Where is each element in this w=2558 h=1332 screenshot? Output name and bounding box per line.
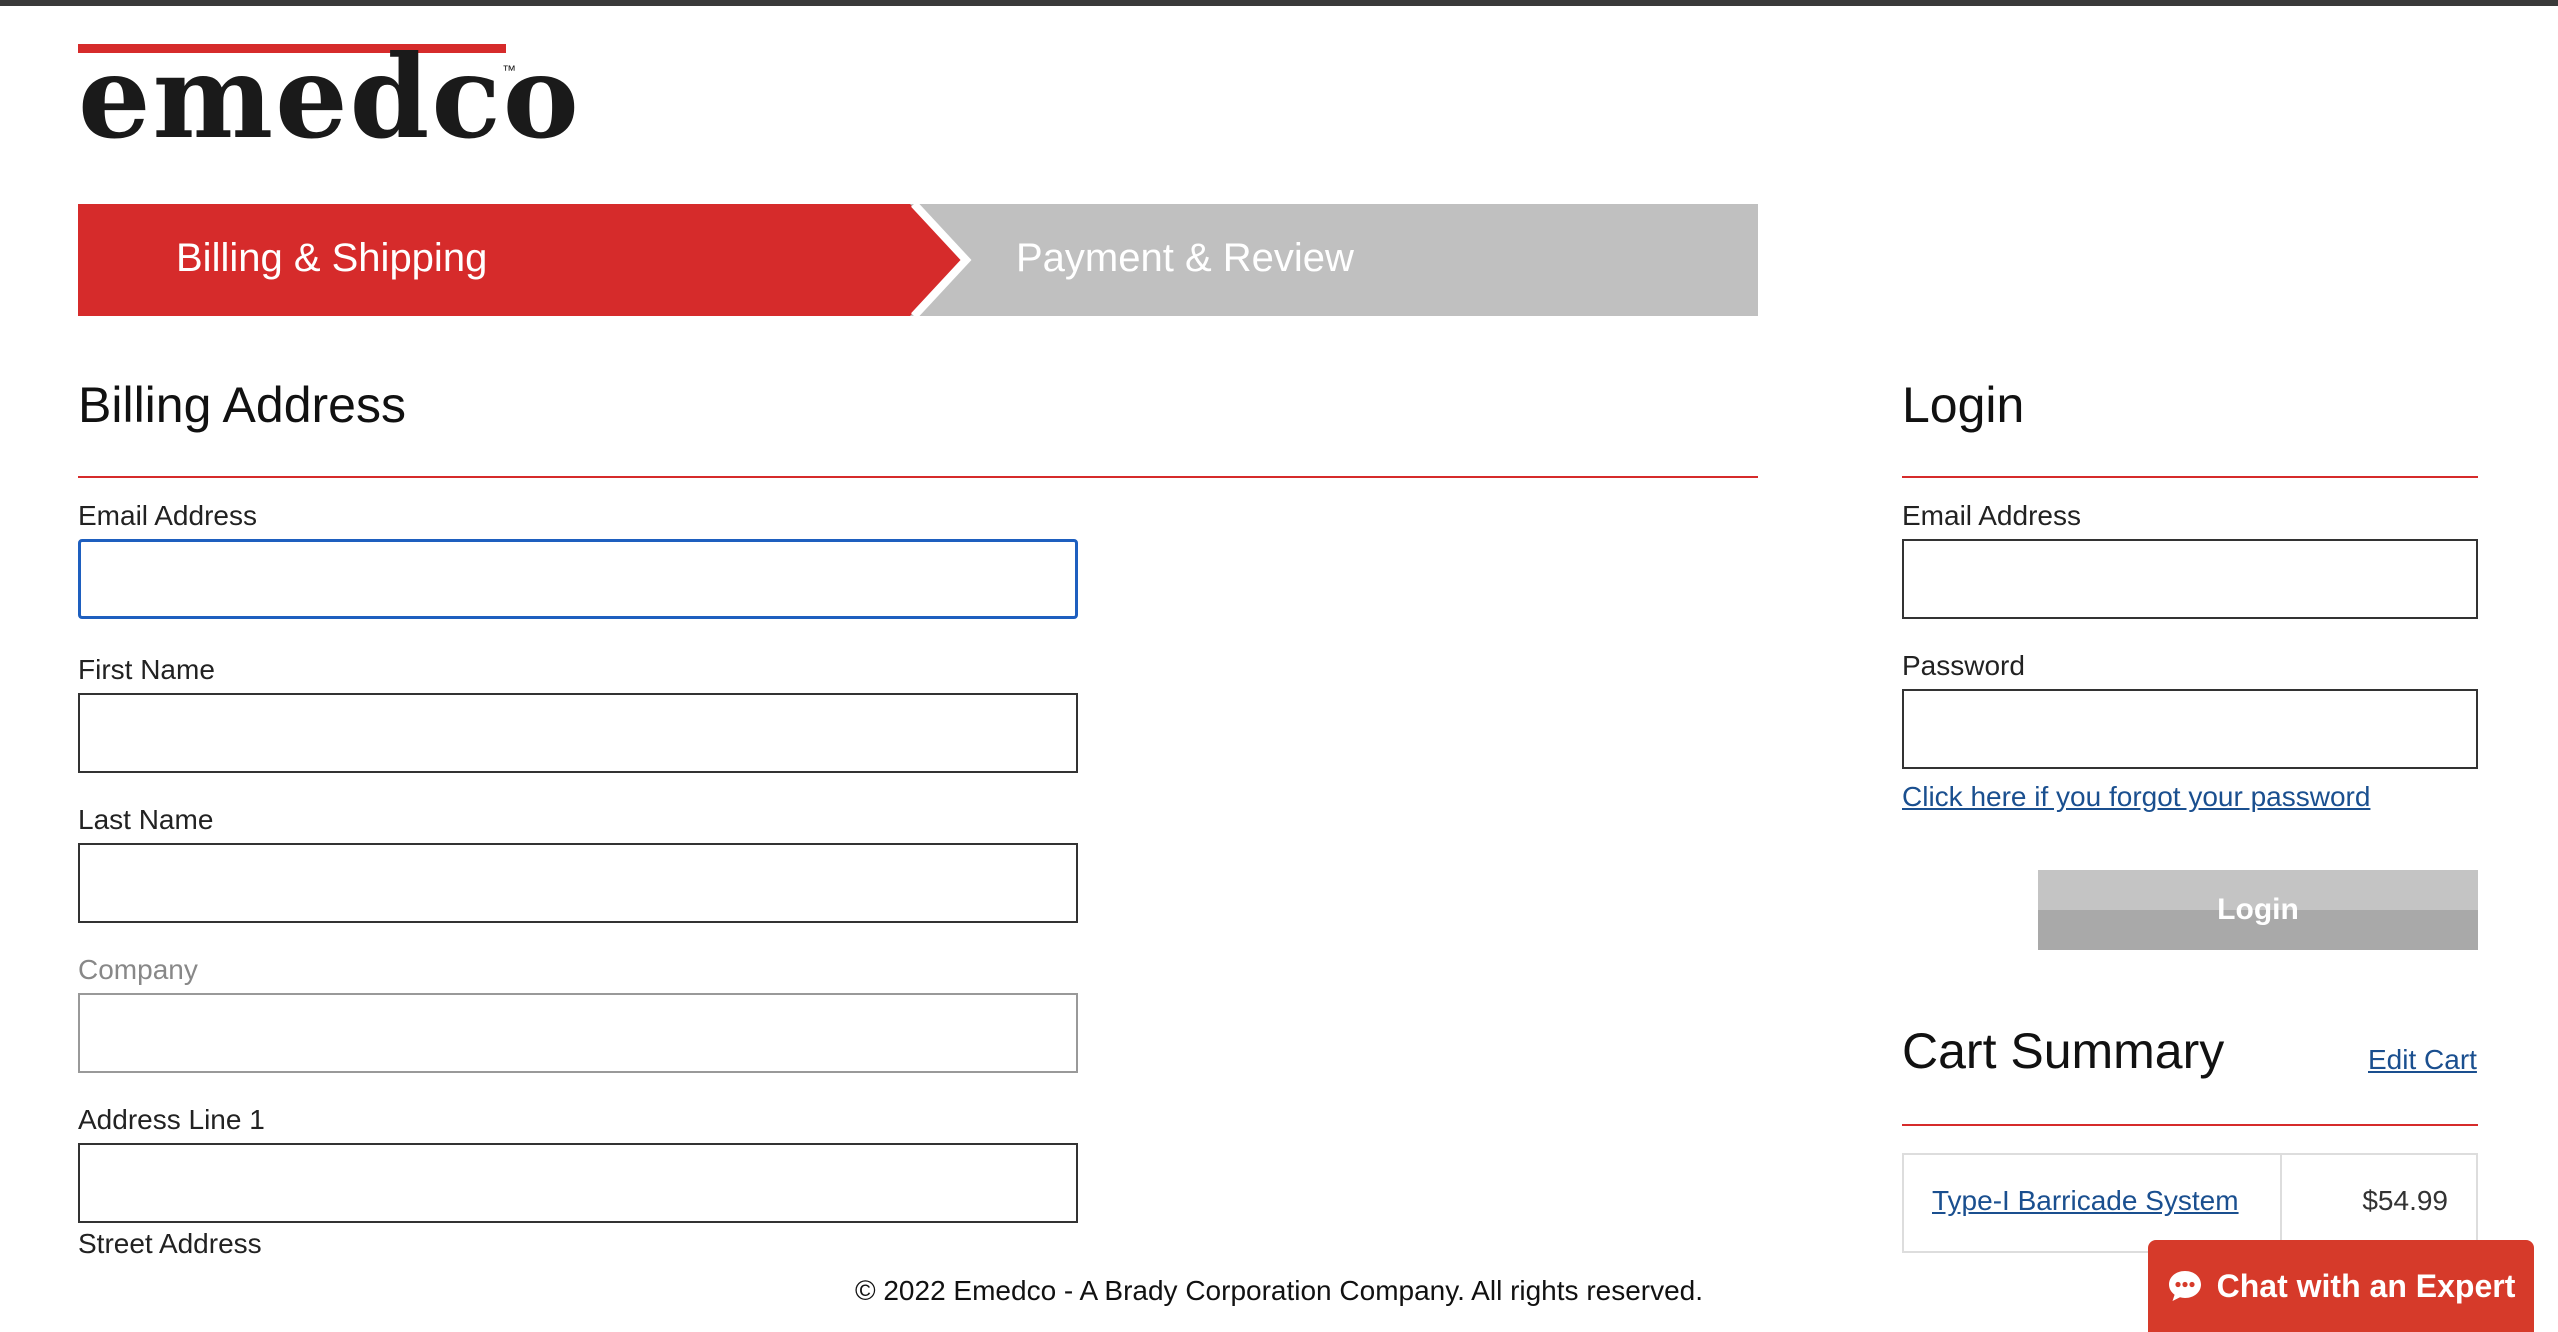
last-name-label: Last Name [78,804,214,835]
cart-item-name-link[interactable]: Type-I Barricade System [1932,1185,2239,1217]
address-line1-label: Address Line 1 [78,1104,265,1135]
forgot-password-link[interactable]: Click here if you forgot your password [1902,781,2370,813]
chat-bubble-icon [2167,1268,2203,1304]
company-label: Company [78,954,198,985]
first-name-field[interactable] [78,693,1078,773]
login-heading: Login [1902,377,2025,433]
email-label: Email Address [78,500,257,531]
cart-heading-rule [1902,1124,2478,1126]
street-address-hint: Street Address [78,1228,262,1256]
cart-summary-heading: Cart Summary [1902,1023,2225,1079]
password-label: Password [1902,650,2025,681]
billing-email-field[interactable] [78,539,1078,619]
login-email-label: Email Address [1902,500,2081,531]
cart-item-price: $54.99 [2362,1185,2448,1216]
cart-cell-divider [2280,1155,2282,1253]
step-billing-shipping-label: Billing & Shipping [176,236,488,280]
billing-address-heading: Billing Address [78,377,406,433]
browser-top-border [0,0,2558,6]
trademark-symbol: ™ [502,62,516,78]
edit-cart-link[interactable]: Edit Cart [2368,1044,2477,1076]
address-line1-field[interactable] [78,1143,1078,1223]
logo-wordmark: emedco [78,30,581,164]
emedco-logo[interactable]: emedco ™ [78,40,579,154]
street-address-hint-clip: Street Address [78,1228,1078,1256]
checkout-steps: Billing & Shipping Payment & Review [78,204,1758,316]
cart-item-row: Type-I Barricade System $54.99 [1902,1153,2480,1253]
step-payment-review-label: Payment & Review [1016,236,1354,280]
login-button[interactable]: Login [2038,870,2478,950]
last-name-field[interactable] [78,843,1078,923]
login-heading-rule [1902,476,2478,478]
billing-heading-rule [78,476,1758,478]
password-field[interactable] [1902,689,2478,769]
login-email-field[interactable] [1902,539,2478,619]
chat-with-expert-button[interactable]: Chat with an Expert [2148,1240,2534,1332]
chat-button-label: Chat with an Expert [2216,1267,2516,1304]
company-field[interactable] [78,993,1078,1073]
first-name-label: First Name [78,654,215,685]
